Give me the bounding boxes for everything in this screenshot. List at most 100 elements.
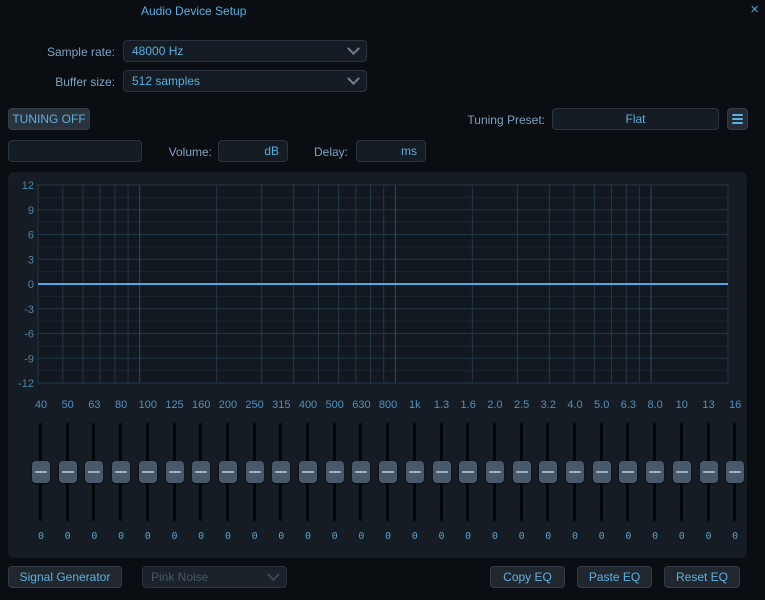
eq-band-slider[interactable]: [566, 423, 584, 521]
band-gain-value: 0: [599, 531, 605, 542]
slider-handle[interactable]: [379, 461, 397, 483]
slider-handle[interactable]: [246, 461, 264, 483]
eq-band-slider[interactable]: [166, 423, 184, 521]
slider-handle[interactable]: [59, 461, 77, 483]
volume-input[interactable]: dB: [218, 140, 288, 162]
slider-handle[interactable]: [539, 461, 557, 483]
band-gain-value: 0: [198, 531, 204, 542]
slider-handle[interactable]: [352, 461, 370, 483]
tuning-toggle-button[interactable]: TUNING OFF: [8, 108, 90, 130]
eq-band-slider[interactable]: [486, 423, 504, 521]
audio-device-setup-dialog: Audio Device Setup × Sample rate: 48000 …: [0, 0, 765, 600]
eq-band-slider[interactable]: [673, 423, 691, 521]
eq-band-slider[interactable]: [539, 423, 557, 521]
volume-unit: dB: [264, 144, 279, 158]
slider-handle[interactable]: [192, 461, 210, 483]
eq-band-slider[interactable]: [593, 423, 611, 521]
band-gain-value: 0: [225, 531, 231, 542]
slider-handle[interactable]: [166, 461, 184, 483]
slider-handle[interactable]: [700, 461, 718, 483]
eq-sliders: [8, 172, 747, 558]
eq-band-slider[interactable]: [379, 423, 397, 521]
sample-rate-value: 48000 Hz: [132, 44, 349, 58]
slider-handle[interactable]: [433, 461, 451, 483]
eq-band-slider[interactable]: [59, 423, 77, 521]
slider-handle[interactable]: [272, 461, 290, 483]
band-gain-value: 0: [679, 531, 685, 542]
paste-eq-button[interactable]: Paste EQ: [577, 566, 652, 588]
band-gain-value: 0: [278, 531, 284, 542]
eq-band-slider[interactable]: [352, 423, 370, 521]
band-gain-value: 0: [252, 531, 258, 542]
close-icon[interactable]: ×: [750, 1, 759, 18]
tuning-preset-select[interactable]: Flat: [552, 108, 719, 130]
eq-band-slider[interactable]: [85, 423, 103, 521]
slider-handle[interactable]: [673, 461, 691, 483]
delay-input[interactable]: ms: [356, 140, 426, 162]
eq-band-slider[interactable]: [513, 423, 531, 521]
tuning-preset-label: Tuning Preset:: [400, 113, 545, 127]
eq-band-slider[interactable]: [219, 423, 237, 521]
eq-band-slider[interactable]: [326, 423, 344, 521]
slider-handle[interactable]: [486, 461, 504, 483]
band-gain-value: 0: [519, 531, 525, 542]
eq-band-slider[interactable]: [619, 423, 637, 521]
eq-band-slider[interactable]: [646, 423, 664, 521]
slider-handle[interactable]: [593, 461, 611, 483]
slider-handle[interactable]: [459, 461, 477, 483]
band-gain-value: 0: [358, 531, 364, 542]
eq-band-slider[interactable]: [32, 423, 50, 521]
band-gain-value: 0: [652, 531, 658, 542]
band-values-row: 000000000000000000000000000: [8, 531, 747, 545]
eq-band-slider[interactable]: [139, 423, 157, 521]
equalizer-panel: 129630-3-6-9-12 405063801001251602002503…: [8, 172, 747, 558]
eq-band-slider[interactable]: [459, 423, 477, 521]
chevron-down-icon: [347, 72, 360, 85]
slider-handle[interactable]: [32, 461, 50, 483]
slider-handle[interactable]: [406, 461, 424, 483]
eq-band-slider[interactable]: [726, 423, 744, 521]
slider-handle[interactable]: [85, 461, 103, 483]
band-gain-value: 0: [65, 531, 71, 542]
eq-band-slider[interactable]: [112, 423, 130, 521]
noise-type-value: Pink Noise: [151, 570, 269, 584]
sample-rate-select[interactable]: 48000 Hz: [123, 40, 367, 62]
band-gain-value: 0: [625, 531, 631, 542]
slider-handle[interactable]: [646, 461, 664, 483]
band-gain-value: 0: [465, 531, 471, 542]
buffer-size-select[interactable]: 512 samples: [123, 70, 367, 92]
slider-handle[interactable]: [139, 461, 157, 483]
eq-band-slider[interactable]: [406, 423, 424, 521]
signal-generator-button[interactable]: Signal Generator: [8, 566, 122, 588]
band-gain-value: 0: [572, 531, 578, 542]
delay-label: Delay:: [300, 145, 348, 159]
chevron-down-icon: [347, 42, 360, 55]
eq-band-slider[interactable]: [700, 423, 718, 521]
slider-handle[interactable]: [619, 461, 637, 483]
slider-handle[interactable]: [219, 461, 237, 483]
reset-eq-button[interactable]: Reset EQ: [664, 566, 740, 588]
band-gain-value: 0: [118, 531, 124, 542]
eq-band-slider[interactable]: [192, 423, 210, 521]
band-gain-value: 0: [385, 531, 391, 542]
eq-band-slider[interactable]: [272, 423, 290, 521]
band-gain-value: 0: [732, 531, 738, 542]
eq-band-slider[interactable]: [433, 423, 451, 521]
slider-handle[interactable]: [566, 461, 584, 483]
band-gain-value: 0: [705, 531, 711, 542]
slider-handle[interactable]: [299, 461, 317, 483]
noise-type-select[interactable]: Pink Noise: [142, 566, 287, 588]
copy-eq-button[interactable]: Copy EQ: [490, 566, 565, 588]
volume-label: Volume:: [140, 145, 212, 159]
preset-menu-button[interactable]: [727, 108, 748, 130]
band-gain-value: 0: [545, 531, 551, 542]
tuning-name-input[interactable]: [8, 140, 142, 162]
band-gain-value: 0: [492, 531, 498, 542]
eq-band-slider[interactable]: [299, 423, 317, 521]
chevron-down-icon: [267, 568, 280, 581]
slider-handle[interactable]: [326, 461, 344, 483]
slider-handle[interactable]: [112, 461, 130, 483]
slider-handle[interactable]: [513, 461, 531, 483]
slider-handle[interactable]: [726, 461, 744, 483]
eq-band-slider[interactable]: [246, 423, 264, 521]
